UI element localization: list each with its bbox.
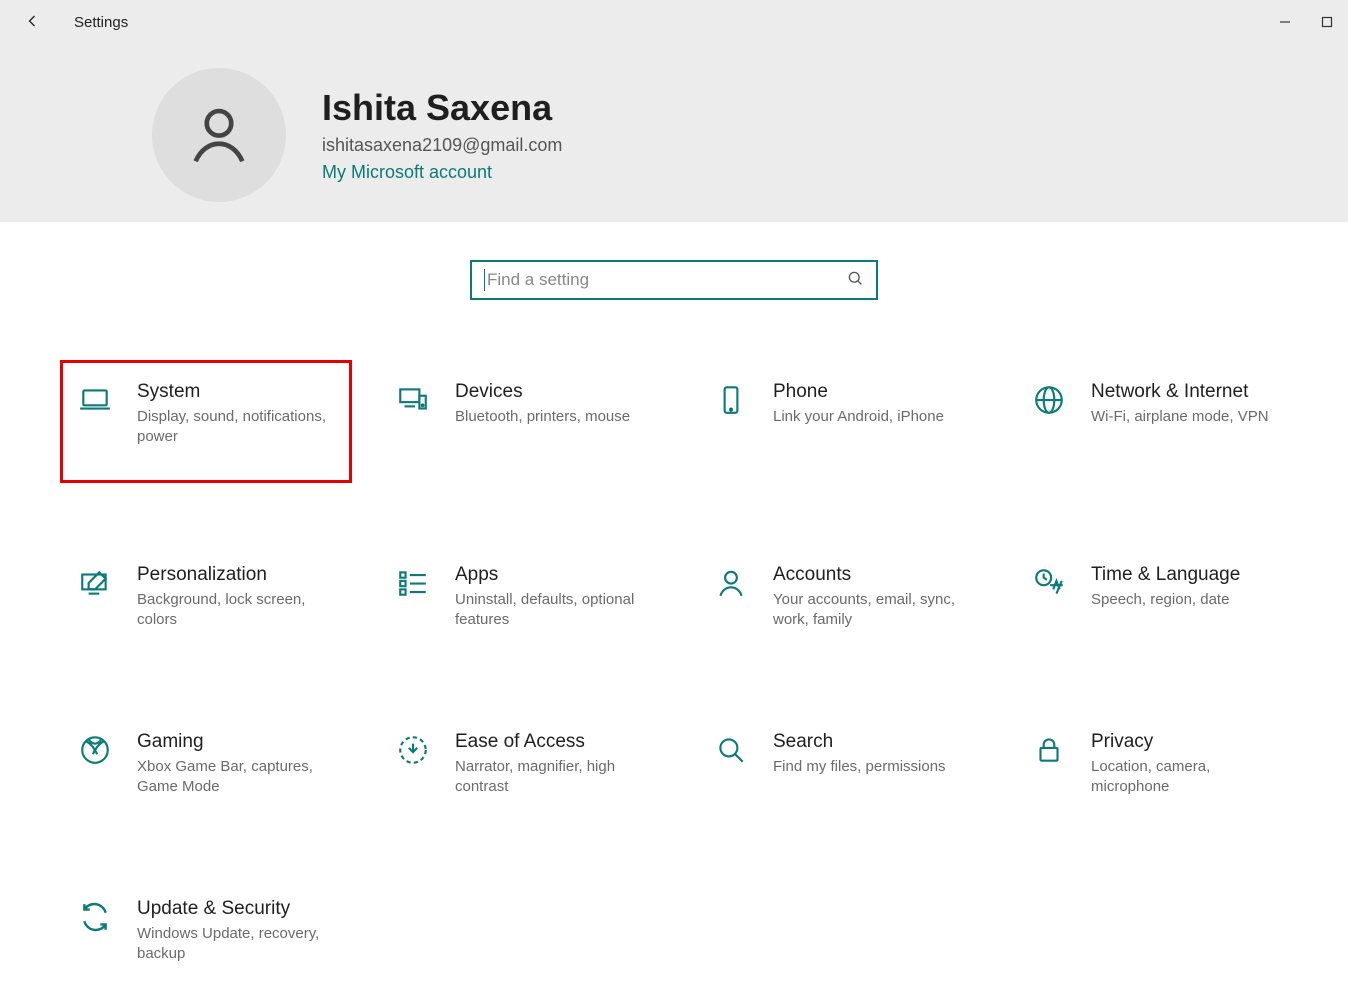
lock-icon: [1029, 731, 1069, 796]
category-desc: Display, sound, notifications, power: [137, 407, 337, 446]
category-devices[interactable]: Devices Bluetooth, printers, mouse: [378, 360, 670, 483]
person-icon: [711, 564, 751, 629]
category-desc: Wi-Fi, airplane mode, VPN: [1091, 407, 1269, 427]
globe-icon: [1029, 381, 1069, 462]
text-cursor: [484, 269, 485, 291]
category-desc: Windows Update, recovery, backup: [137, 924, 337, 963]
devices-icon: [393, 381, 433, 462]
category-title: Network & Internet: [1091, 381, 1269, 403]
window-controls: [1278, 15, 1334, 29]
ease-of-access-icon: [393, 731, 433, 796]
category-search[interactable]: Search Find my files, permissions: [696, 710, 988, 817]
category-phone[interactable]: Phone Link your Android, iPhone: [696, 360, 988, 483]
categories-grid: System Display, sound, notifications, po…: [26, 360, 1322, 984]
category-desc: Narrator, magnifier, high contrast: [455, 757, 655, 796]
category-title: Ease of Access: [455, 731, 655, 753]
pen-monitor-icon: [75, 564, 115, 629]
ms-account-link[interactable]: My Microsoft account: [322, 162, 562, 183]
category-title: Personalization: [137, 564, 337, 586]
category-title: System: [137, 381, 337, 403]
category-title: Privacy: [1091, 731, 1291, 753]
category-desc: Location, camera, microphone: [1091, 757, 1291, 796]
category-personalization[interactable]: Personalization Background, lock screen,…: [60, 543, 352, 650]
category-title: Update & Security: [137, 898, 337, 920]
category-accounts[interactable]: Accounts Your accounts, email, sync, wor…: [696, 543, 988, 650]
category-desc: Uninstall, defaults, optional features: [455, 590, 655, 629]
category-privacy[interactable]: Privacy Location, camera, microphone: [1014, 710, 1306, 817]
category-system[interactable]: System Display, sound, notifications, po…: [60, 360, 352, 483]
settings-header: Settings Ishita Saxena ishitasaxena2109@…: [0, 0, 1348, 222]
laptop-icon: [75, 381, 115, 446]
category-update-security[interactable]: Update & Security Windows Update, recove…: [60, 877, 352, 984]
search-big-icon: [711, 731, 751, 796]
time-language-icon: [1029, 564, 1069, 629]
maximize-button[interactable]: [1320, 15, 1334, 29]
titlebar: Settings: [0, 0, 1348, 44]
category-desc: Speech, region, date: [1091, 590, 1240, 610]
category-title: Time & Language: [1091, 564, 1240, 586]
window-title: Settings: [74, 14, 128, 31]
apps-list-icon: [393, 564, 433, 629]
category-desc: Find my files, permissions: [773, 757, 946, 777]
category-desc: Your accounts, email, sync, work, family: [773, 590, 973, 629]
category-title: Phone: [773, 381, 944, 403]
category-title: Accounts: [773, 564, 973, 586]
category-apps[interactable]: Apps Uninstall, defaults, optional featu…: [378, 543, 670, 650]
avatar[interactable]: [152, 68, 286, 202]
category-ease-of-access[interactable]: Ease of Access Narrator, magnifier, high…: [378, 710, 670, 817]
phone-icon: [711, 381, 751, 462]
category-gaming[interactable]: Gaming Xbox Game Bar, captures, Game Mod…: [60, 710, 352, 817]
category-desc: Xbox Game Bar, captures, Game Mode: [137, 757, 337, 796]
category-time-language[interactable]: Time & Language Speech, region, date: [1014, 543, 1306, 650]
user-name: Ishita Saxena: [322, 87, 562, 129]
sync-icon: [75, 898, 115, 963]
search-icon[interactable]: [846, 269, 864, 292]
xbox-icon: [75, 731, 115, 796]
minimize-button[interactable]: [1278, 15, 1292, 29]
category-title: Devices: [455, 381, 630, 403]
category-desc: Link your Android, iPhone: [773, 407, 944, 427]
search-box[interactable]: [470, 260, 878, 300]
category-title: Gaming: [137, 731, 337, 753]
search-wrap: [0, 260, 1348, 300]
search-input[interactable]: [487, 270, 846, 290]
category-network[interactable]: Network & Internet Wi-Fi, airplane mode,…: [1014, 360, 1306, 483]
category-desc: Bluetooth, printers, mouse: [455, 407, 630, 427]
category-desc: Background, lock screen, colors: [137, 590, 337, 629]
user-email: ishitasaxena2109@gmail.com: [322, 135, 562, 156]
back-button[interactable]: [22, 11, 42, 34]
category-title: Search: [773, 731, 946, 753]
category-title: Apps: [455, 564, 655, 586]
account-block: Ishita Saxena ishitasaxena2109@gmail.com…: [152, 68, 562, 202]
